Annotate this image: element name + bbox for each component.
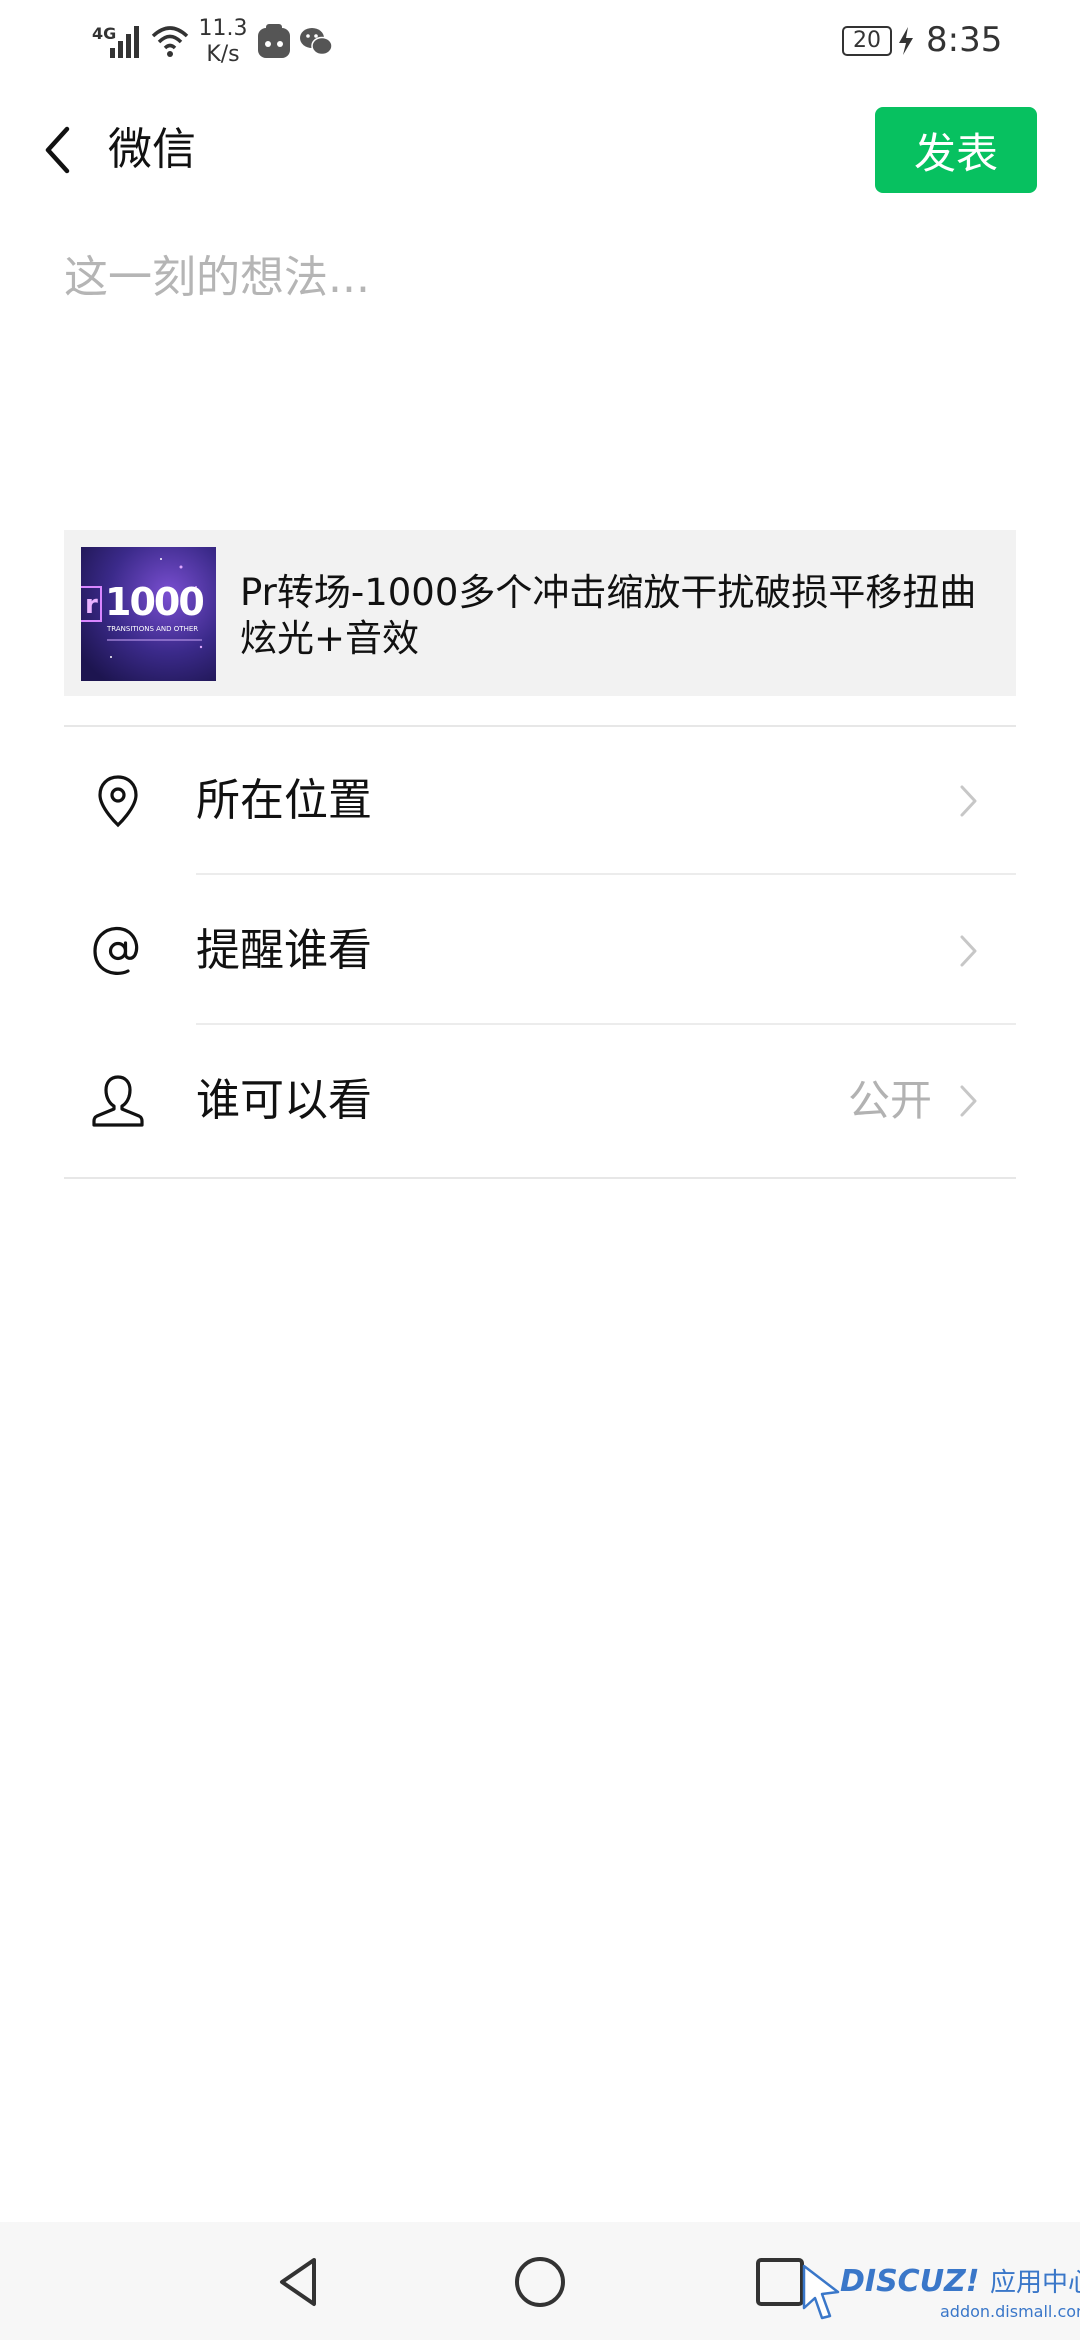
- thumbnail-prefix: r: [85, 590, 98, 620]
- watermark-label: 应用中心: [989, 2268, 1080, 2298]
- network-speed-unit: K/s: [206, 42, 240, 67]
- thumbnail-subtext: TRANSITIONS AND OTHER: [106, 625, 198, 633]
- shared-link-card[interactable]: r 1000 TRANSITIONS AND OTHER Pr转场-1000多个…: [64, 530, 1016, 696]
- option-location[interactable]: 所在位置: [64, 727, 1016, 875]
- chevron-right-icon: [960, 1085, 977, 1117]
- option-value: 公开: [847, 1076, 932, 1125]
- signal-icon: [110, 26, 139, 58]
- back-button[interactable]: [28, 120, 88, 180]
- thumbnail-number: 1000: [105, 580, 203, 624]
- option-visibility[interactable]: 谁可以看 公开: [64, 1027, 1016, 1175]
- divider: [196, 873, 1016, 875]
- watermark-logo-text: DISCUZ!: [840, 2264, 980, 2299]
- header-bar: 微信 发表: [0, 100, 1080, 200]
- network-speed: 11.3 K/s: [198, 16, 248, 68]
- option-label: 所在位置: [196, 775, 372, 826]
- cursor-icon: [802, 2264, 840, 2320]
- watermark-logo: DISCUZ! 应用中心: [840, 2262, 1080, 2299]
- home-circle-icon[interactable]: [510, 2252, 570, 2312]
- charging-icon: [899, 27, 913, 55]
- moment-text-input[interactable]: [64, 250, 1014, 450]
- watermark-url: addon.dismall.com: [940, 2302, 1080, 2321]
- option-mention[interactable]: 提醒谁看: [64, 877, 1016, 1025]
- chevron-right-icon: [960, 935, 977, 967]
- option-label: 谁可以看: [196, 1075, 372, 1126]
- discuz-watermark: DISCUZ! 应用中心 addon.dismall.com: [800, 2262, 1080, 2328]
- network-speed-value: 11.3: [198, 16, 248, 41]
- chevron-right-icon: [960, 785, 977, 817]
- status-bar: 4G 11.3 K/s 20 8:35: [0, 0, 1080, 90]
- clock-time: 8:35: [926, 20, 1003, 60]
- publish-button[interactable]: 发表: [875, 107, 1037, 193]
- at-sign-icon: [93, 926, 139, 975]
- link-thumbnail: r 1000 TRANSITIONS AND OTHER: [81, 547, 216, 681]
- link-card-title: Pr转场-1000多个冲击缩放干扰破损平移扭曲炫光+音效: [240, 571, 977, 660]
- divider: [64, 1177, 1016, 1179]
- battery-icon: 20: [842, 26, 892, 56]
- chevron-left-icon: [45, 126, 70, 174]
- wifi-icon: [151, 26, 189, 57]
- back-triangle-icon[interactable]: [270, 2252, 330, 2312]
- option-label: 提醒谁看: [196, 925, 372, 976]
- page-title: 微信: [108, 124, 196, 175]
- location-pin-icon: [98, 775, 138, 828]
- wechat-icon: [300, 28, 333, 56]
- divider: [196, 1023, 1016, 1025]
- person-icon: [92, 1075, 144, 1127]
- app-notification-icon: [258, 24, 290, 58]
